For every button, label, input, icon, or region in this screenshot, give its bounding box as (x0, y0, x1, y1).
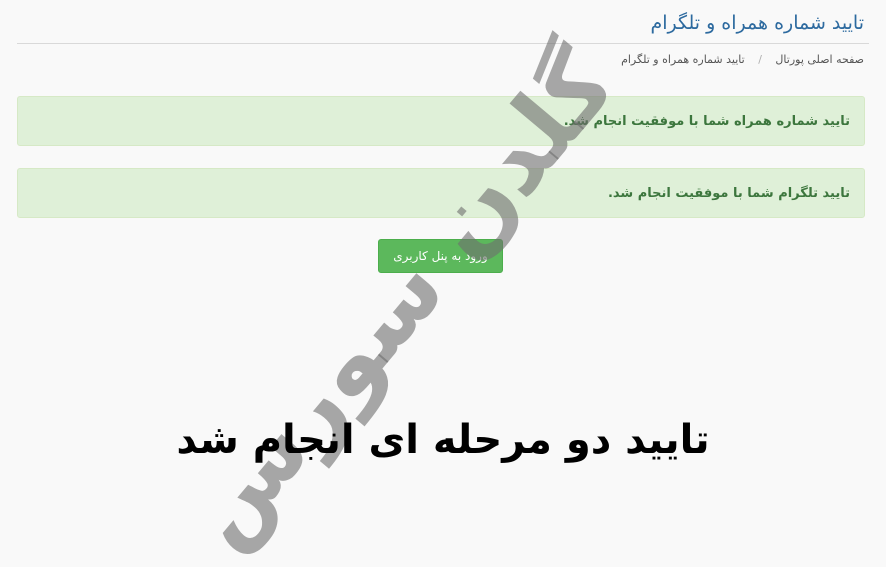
breadcrumb-separator: / (758, 53, 762, 66)
user-panel-button[interactable]: ورود به پنل کاربری (378, 239, 503, 273)
breadcrumb-home-link[interactable]: صفحه اصلی پورتال (775, 53, 864, 66)
phone-verified-alert: تایید شماره همراه شما با موفقیت انجام شد… (17, 96, 865, 146)
telegram-verified-alert: تایید تلگرام شما با موفقیت انجام شد. (17, 168, 865, 218)
breadcrumb: صفحه اصلی پورتال / تایید شماره همراه و ت… (621, 52, 864, 68)
telegram-verified-message: تایید تلگرام شما با موفقیت انجام شد. (607, 185, 850, 201)
phone-verified-message: تایید شماره همراه شما با موفقیت انجام شد… (563, 113, 850, 129)
breadcrumb-current: تایید شماره همراه و تلگرام (621, 53, 745, 66)
overlay-caption: تایید دو مرحله ای انجام شد (176, 417, 710, 463)
page-title: تایید شماره همراه و تلگرام (650, 12, 864, 34)
title-divider (17, 43, 869, 44)
